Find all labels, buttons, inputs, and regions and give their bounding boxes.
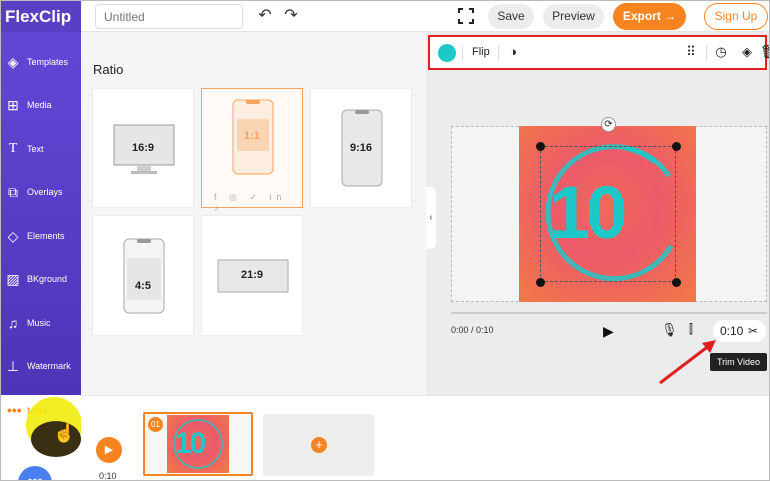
ratio-label: 9:16 [349,142,373,154]
duration-pill[interactable]: 0:10 ✂ [713,320,766,342]
resize-handle[interactable] [672,278,681,287]
resize-handle[interactable] [536,142,545,151]
split-icon[interactable]: ⫿ [689,322,693,337]
sidebar: ◈ Templates ⊞ Media T Text ⧉ Overlays ◇ … [1,32,81,395]
sidebar-item-overlays[interactable]: ⧉ Overlays [1,176,81,212]
templates-icon: ◈ [7,54,19,70]
sidebar-item-elements[interactable]: ◇ Elements [1,220,81,256]
resize-handle[interactable] [536,278,545,287]
selection-box[interactable] [540,146,676,282]
collapse-panel-button[interactable]: ‹ [426,187,436,249]
signup-button[interactable]: Sign Up [704,3,768,30]
sidebar-item-media[interactable]: ⊞ Media [1,89,81,125]
ratio-label: 1:1 [244,130,260,142]
play-icon[interactable]: ▶ [603,323,614,340]
microphone-icon[interactable]: 🎙 [661,322,678,338]
sidebar-item-label: BKground [27,274,68,284]
time-display: 0:00 / 0:10 [451,325,494,335]
layers-icon[interactable]: ◈ [738,43,756,61]
color-swatch[interactable] [438,44,456,62]
social-icons: f ◎ ✓ in ♪ [214,192,287,213]
watermark-icon: ⊥ [6,358,20,374]
sidebar-item-label: Text [27,144,44,154]
sidebar-item-background[interactable]: ▨ BKground [1,263,81,299]
chat-icon[interactable]: ••• [18,466,52,480]
timeline-play-button[interactable]: ▶ [96,437,122,463]
opacity-icon[interactable]: ◑ [504,43,522,61]
fullscreen-icon[interactable] [457,7,475,25]
annotation-arrow [659,340,716,385]
undo-icon[interactable]: ↶ [255,6,275,26]
media-icon: ⊞ [7,97,19,113]
sidebar-item-label: Overlays [27,187,63,197]
timeline-clip[interactable]: 10 01 [143,412,253,476]
sidebar-item-text[interactable]: T Text [1,133,81,169]
ratio-label: 16:9 [131,142,155,154]
sidebar-item-label: Music [27,318,51,328]
add-clip-button[interactable]: + [263,414,374,476]
sidebar-item-label: Watermark [27,361,71,371]
panel-title: Ratio [93,62,124,77]
ratio-panel: Ratio 16:9 1:1 f ◎ ✓ in ♪ 9:16 4:5 21:9 [81,32,426,395]
clip-number-badge: 01 [148,417,163,432]
logo[interactable]: FlexClip [1,1,81,32]
element-toolbar: Flip ◑ ⠿ ◷ ◈ 🗑 [428,35,769,70]
flip-button[interactable]: Flip [472,46,490,58]
text-icon: T [8,141,18,156]
resize-handle[interactable] [672,142,681,151]
duration-label: 0:10 [720,324,744,338]
sidebar-item-music[interactable]: ♫ Music [1,307,81,343]
overlays-icon: ⧉ [8,184,18,200]
ratio-label: 4:5 [135,280,151,292]
rotate-icon[interactable]: ⟳ [601,117,616,132]
divider [462,45,463,61]
more-dots-icon: ••• [7,402,22,418]
save-button[interactable]: Save [488,4,534,29]
top-bar: FlexClip ↶ ↷ Save Preview Export → Sign … [1,1,769,32]
scissors-icon[interactable]: ✂ [748,320,758,342]
ratio-option-9-16[interactable]: 9:16 [310,88,412,208]
project-title-input[interactable] [95,4,243,29]
timeline-time: 0:10 [99,471,117,481]
divider [498,45,499,61]
phone-icon [123,238,165,314]
sidebar-item-watermark[interactable]: ⊥ Watermark [1,350,81,386]
hand-cursor-icon: ☝ [53,423,76,443]
clock-icon[interactable]: ◷ [712,43,730,61]
sidebar-item-label: Templates [27,57,69,67]
ratio-option-4-5[interactable]: 4:5 [92,215,194,336]
grid-icon[interactable]: ⠿ [682,43,700,61]
sidebar-item-label: Media [27,100,52,110]
ratio-option-21-9[interactable]: 21:9 [201,215,303,336]
trash-icon[interactable]: 🗑 [760,43,769,61]
plus-icon: + [311,437,327,453]
sidebar-item-label: Elements [27,231,65,241]
ratio-label: 21:9 [240,269,264,281]
ratio-option-1-1[interactable]: 1:1 f ◎ ✓ in ♪ [201,88,303,213]
clip-thumbnail: 10 [167,415,229,473]
preview-button[interactable]: Preview [543,4,604,29]
music-icon: ♫ [7,315,19,331]
sidebar-item-templates[interactable]: ◈ Templates [1,46,81,82]
elements-icon: ◇ [7,228,19,244]
clip-overlay-text: 10 [175,427,206,460]
flexclip-editor: FlexClip ↶ ↷ Save Preview Export → Sign … [0,0,770,481]
background-icon: ▨ [6,271,20,287]
ratio-option-16-9[interactable]: 16:9 [92,88,194,208]
redo-icon[interactable]: ↷ [281,6,301,26]
playback-progress[interactable] [451,312,767,314]
divider [706,45,707,61]
export-button[interactable]: Export → [613,3,686,30]
trim-video-tooltip: Trim Video [710,353,767,371]
